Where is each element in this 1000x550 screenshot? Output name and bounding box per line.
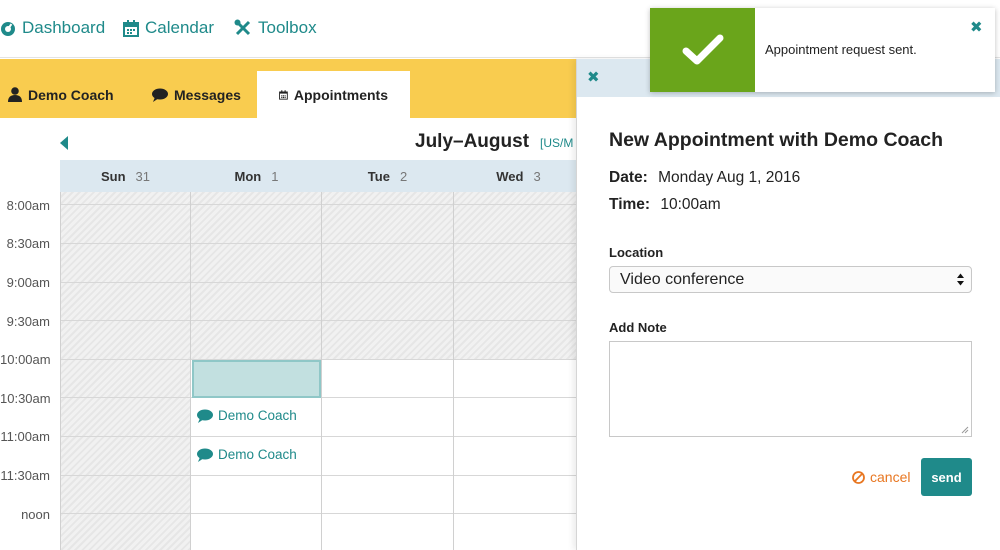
day-number: 1	[271, 168, 279, 184]
nav-toolbox-label: Toolbox	[258, 18, 317, 37]
nav-toolbox[interactable]: Toolbox	[234, 16, 317, 40]
send-button[interactable]: send	[921, 458, 972, 496]
day-header-mon: Mon 1	[191, 160, 322, 192]
calendar-icon	[123, 19, 139, 37]
grid-line	[60, 243, 580, 244]
day-header-sun: Sun 31	[60, 160, 191, 192]
grid-line	[60, 282, 580, 283]
chat-bubble-icon	[197, 448, 213, 462]
nav-dashboard[interactable]: Dashboard	[0, 16, 105, 40]
nav-calendar[interactable]: Calendar	[123, 16, 214, 40]
grid-line	[60, 513, 580, 514]
new-appointment-panel: ✖ New Appointment with Demo Coach Date: …	[576, 59, 1000, 550]
grid-line	[60, 436, 580, 437]
tab-demo-coach-label: Demo Coach	[28, 86, 114, 103]
cancel-icon	[852, 470, 865, 484]
calendar-icon	[279, 89, 288, 100]
unavailable-slots	[60, 192, 191, 550]
time-value: 10:00am	[660, 196, 721, 213]
toast-icon-box	[650, 8, 755, 92]
grid-line	[453, 192, 454, 550]
time-label: 11:30am	[0, 468, 50, 483]
time-label: 9:30am	[6, 314, 50, 329]
panel-title: New Appointment with Demo Coach	[609, 129, 944, 151]
dashboard-icon	[1, 22, 15, 36]
day-name: Wed	[496, 168, 524, 184]
location-selected-value: Video conference	[620, 270, 745, 288]
cancel-label: cancel	[870, 469, 911, 485]
grid-line	[60, 192, 61, 550]
grid-line	[321, 192, 322, 550]
selected-time-slot[interactable]	[192, 360, 321, 398]
calendar-event[interactable]: Demo Coach	[197, 447, 297, 462]
nav-dashboard-label: Dashboard	[22, 18, 106, 37]
day-name: Mon	[234, 168, 262, 184]
time-label: 10:00am	[0, 352, 51, 367]
time-label: noon	[21, 507, 50, 522]
close-icon[interactable]: ✖	[587, 70, 600, 85]
tab-appointments-label: Appointments	[293, 86, 388, 103]
tab-messages[interactable]: Messages	[152, 71, 241, 118]
note-textarea[interactable]	[609, 341, 972, 437]
prev-week-arrow-icon[interactable]	[60, 136, 68, 150]
time-label: 9:00am	[6, 275, 50, 290]
tab-messages-label: Messages	[174, 86, 241, 103]
time-label: Time:	[609, 196, 651, 213]
event-label: Demo Coach	[218, 447, 297, 462]
nav-calendar-label: Calendar	[145, 18, 214, 37]
note-label: Add Note	[609, 320, 667, 335]
appointment-date: Date: Monday Aug 1, 2016	[609, 169, 800, 187]
tab-demo-coach[interactable]: Demo Coach	[8, 71, 114, 118]
location-label: Location	[609, 245, 664, 260]
calendar-header: July–August [US/M	[0, 118, 580, 160]
resize-grip-icon[interactable]	[961, 426, 969, 434]
chat-bubble-icon	[152, 88, 168, 102]
tools-icon	[234, 19, 251, 36]
grid-line	[190, 192, 191, 550]
calendar-title: July–August	[415, 131, 530, 152]
location-select[interactable]: Video conference	[609, 266, 972, 293]
app-root: Dashboard Calendar Toolbox Demo Coach Me…	[0, 0, 1000, 550]
grid-line	[60, 204, 580, 205]
time-label: 8:30am	[6, 236, 50, 251]
date-value: Monday Aug 1, 2016	[658, 169, 801, 186]
day-header-tue: Tue 2	[322, 160, 453, 192]
day-number: 31	[135, 168, 151, 184]
date-label: Date:	[609, 169, 648, 186]
user-icon	[8, 87, 22, 102]
close-icon[interactable]: ✖	[970, 18, 983, 36]
unavailable-slots	[191, 192, 580, 359]
tab-appointments[interactable]: Appointments	[257, 71, 410, 118]
day-number: 3	[533, 168, 541, 184]
day-number: 2	[399, 168, 408, 184]
chat-bubble-icon	[197, 409, 213, 423]
event-label: Demo Coach	[218, 408, 297, 423]
select-arrows-icon	[957, 273, 964, 286]
time-label: 10:30am	[0, 391, 51, 406]
day-name: Sun	[100, 168, 126, 184]
calendar-event[interactable]: Demo Coach	[197, 408, 297, 423]
timezone-link[interactable]: [US/M	[540, 136, 573, 150]
grid-line	[60, 475, 580, 476]
day-header-row: Sun 31 Mon 1 Tue 2 Wed 3	[60, 160, 580, 192]
toast-message: Appointment request sent.	[765, 42, 917, 57]
success-toast: Appointment request sent. ✖	[650, 8, 995, 92]
time-label: 11:00am	[0, 429, 50, 444]
time-label: 8:00am	[6, 198, 50, 213]
grid-line	[60, 320, 580, 321]
day-header-wed: Wed 3	[453, 160, 584, 192]
checkmark-icon	[682, 34, 723, 65]
appointment-time: Time: 10:00am	[609, 196, 721, 214]
cancel-button[interactable]: cancel	[852, 469, 910, 485]
day-name: Tue	[367, 168, 390, 184]
